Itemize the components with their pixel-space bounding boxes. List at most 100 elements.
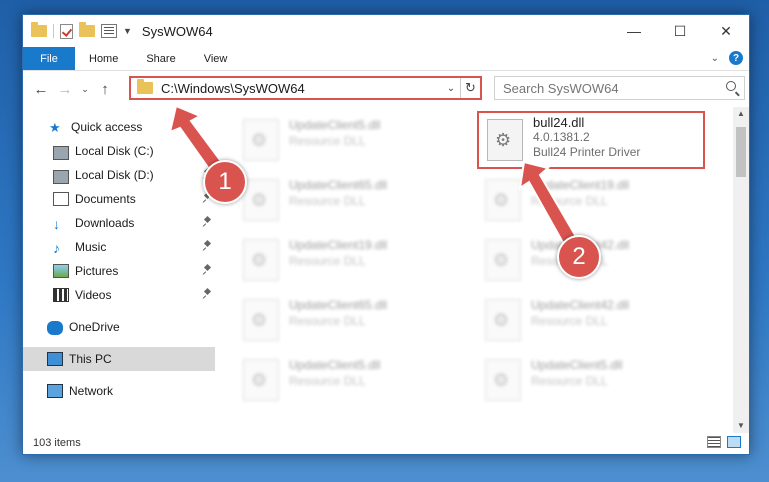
dll-file-icon [243, 239, 279, 281]
dll-file-icon [485, 299, 521, 341]
dll-file-icon [243, 119, 279, 161]
file-description: Bull24 Printer Driver [533, 145, 641, 159]
dll-file-icon [485, 179, 521, 221]
list-item[interactable]: UpdateClient65.dll Resource DLL [235, 291, 467, 347]
navigation-pane: ★ Quick access Local Disk (C:) Local Dis… [23, 107, 215, 433]
file-list: UpdateClient5.dll Resource DLL UpdateClie… [215, 107, 735, 433]
list-item[interactable]: UpdateClient19.dll Resource DLL [477, 171, 709, 227]
minimize-button[interactable]: — [611, 15, 657, 47]
pin-icon[interactable] [203, 145, 211, 155]
customize-toolbar-chevron-icon[interactable]: ▼ [123, 26, 132, 36]
list-item[interactable]: UpdateClient42.dll Resource DLL [477, 291, 709, 347]
search-icon[interactable] [726, 81, 736, 91]
list-item[interactable]: UpdateClient19.dll Resource DLL [235, 231, 467, 287]
expand-ribbon-chevron-icon[interactable]: ⌄ [711, 53, 719, 64]
properties-icon[interactable] [101, 24, 117, 38]
sidebar-item-label: Music [75, 240, 107, 254]
videos-icon [53, 288, 69, 302]
file-name: UpdateClient5.dll [531, 358, 623, 372]
tab-share[interactable]: Share [132, 47, 189, 70]
disk-icon [53, 169, 69, 184]
dll-file-icon [485, 239, 521, 281]
list-item[interactable]: UpdateClient65.dll Resource DLL [235, 171, 467, 227]
sidebar-item-label: Pictures [75, 264, 119, 278]
forward-arrow-icon[interactable]: → [53, 81, 77, 98]
properties-check-icon[interactable] [60, 23, 73, 39]
scroll-up-arrow-icon[interactable]: ▲ [733, 107, 749, 121]
sidebar-item-this-pc[interactable]: This PC [23, 347, 215, 371]
file-description: Resource DLL [289, 194, 366, 208]
sidebar-item-documents[interactable]: Documents [23, 187, 215, 211]
tab-home[interactable]: Home [75, 47, 132, 70]
toolbar-divider [53, 24, 54, 38]
ribbon-tabs: File Home Share View ⌄ ? [23, 47, 749, 71]
help-icon[interactable]: ? [729, 51, 743, 65]
file-name: bull24.dll [533, 115, 585, 130]
vertical-scrollbar[interactable]: ▲ ▼ [733, 107, 749, 433]
dll-file-icon [485, 359, 521, 401]
sidebar-item-videos[interactable]: Videos [23, 283, 215, 307]
file-description: Resource DLL [289, 314, 366, 328]
caption-buttons: — ☐ ✕ [611, 15, 749, 47]
step-2-badge: 2 [557, 235, 601, 279]
sidebar-item-local-disk-d[interactable]: Local Disk (D:) [23, 163, 215, 187]
maximize-button[interactable]: ☐ [657, 15, 703, 47]
sidebar-item-downloads[interactable]: ↓ Downloads [23, 211, 215, 235]
sidebar-item-quick-access[interactable]: ★ Quick access [23, 115, 215, 139]
file-name: UpdateClient65.dll [289, 178, 388, 192]
pin-icon[interactable] [203, 217, 211, 227]
sidebar-item-label: Documents [75, 192, 136, 206]
dll-file-icon [487, 119, 523, 161]
pin-icon[interactable] [203, 241, 211, 251]
status-bar: 103 items [23, 432, 749, 454]
list-item[interactable]: UpdateClient5.dll Resource DLL [235, 111, 467, 167]
search-input[interactable] [503, 80, 713, 96]
recent-locations-chevron-icon[interactable]: ⌄ [77, 84, 93, 95]
file-version: 4.0.1381.2 [533, 130, 590, 144]
scroll-down-arrow-icon[interactable]: ▼ [733, 419, 749, 433]
explorer-window: ▼ SysWOW64 — ☐ ✕ File Home Share View ⌄ … [22, 14, 750, 455]
address-bar[interactable]: C:\Windows\SysWOW64 ⌄ ↻ [129, 76, 482, 100]
window-title: SysWOW64 [141, 23, 213, 39]
star-icon: ★ [49, 120, 61, 135]
sidebar-item-onedrive[interactable]: OneDrive [23, 315, 215, 339]
quick-access-toolbar: ▼ [23, 22, 132, 39]
documents-icon [53, 192, 69, 206]
close-button[interactable]: ✕ [703, 15, 749, 47]
step-1-badge: 1 [203, 160, 247, 204]
large-icons-view-icon[interactable] [727, 436, 741, 448]
address-path[interactable]: C:\Windows\SysWOW64 [161, 81, 442, 96]
up-arrow-icon[interactable]: ↑ [93, 81, 117, 98]
sidebar-item-pictures[interactable]: Pictures [23, 259, 215, 283]
refresh-icon[interactable]: ↻ [460, 78, 480, 98]
folder-icon [31, 22, 47, 37]
onedrive-icon [47, 321, 63, 335]
address-dropdown-chevron-icon[interactable]: ⌄ [442, 83, 460, 94]
highlighted-file-item[interactable]: bull24.dll 4.0.1381.2 Bull24 Printer Dri… [477, 111, 705, 169]
music-icon: ♪ [53, 240, 60, 256]
scrollbar-thumb[interactable] [736, 127, 746, 177]
sidebar-item-label: Network [69, 384, 114, 398]
search-box[interactable] [494, 76, 745, 100]
pictures-icon [53, 264, 69, 278]
details-view-icon[interactable] [707, 436, 721, 448]
sidebar-item-local-disk-c[interactable]: Local Disk (C:) [23, 139, 215, 163]
sidebar-item-label: Local Disk (D:) [75, 168, 154, 182]
file-name: UpdateClient42.dll [531, 298, 630, 312]
sidebar-item-network[interactable]: Network [23, 379, 215, 403]
tab-view[interactable]: View [190, 47, 242, 70]
sidebar-item-label: Quick access [71, 120, 143, 134]
list-item[interactable]: UpdateClient5.dll Resource DLL [477, 351, 709, 407]
file-description: Resource DLL [531, 314, 608, 328]
list-item[interactable]: UpdateClient5.dll Resource DLL [235, 351, 467, 407]
tab-file[interactable]: File [23, 47, 75, 70]
back-arrow-icon[interactable]: ← [29, 81, 53, 98]
pin-icon[interactable] [203, 289, 211, 299]
downloads-icon: ↓ [53, 216, 60, 232]
sidebar-item-label: Downloads [75, 216, 135, 230]
new-folder-icon[interactable] [79, 22, 95, 37]
sidebar-item-label: Local Disk (C:) [75, 144, 154, 158]
pin-icon[interactable] [203, 265, 211, 275]
file-name: UpdateClient19.dll [531, 178, 630, 192]
sidebar-item-music[interactable]: ♪ Music [23, 235, 215, 259]
